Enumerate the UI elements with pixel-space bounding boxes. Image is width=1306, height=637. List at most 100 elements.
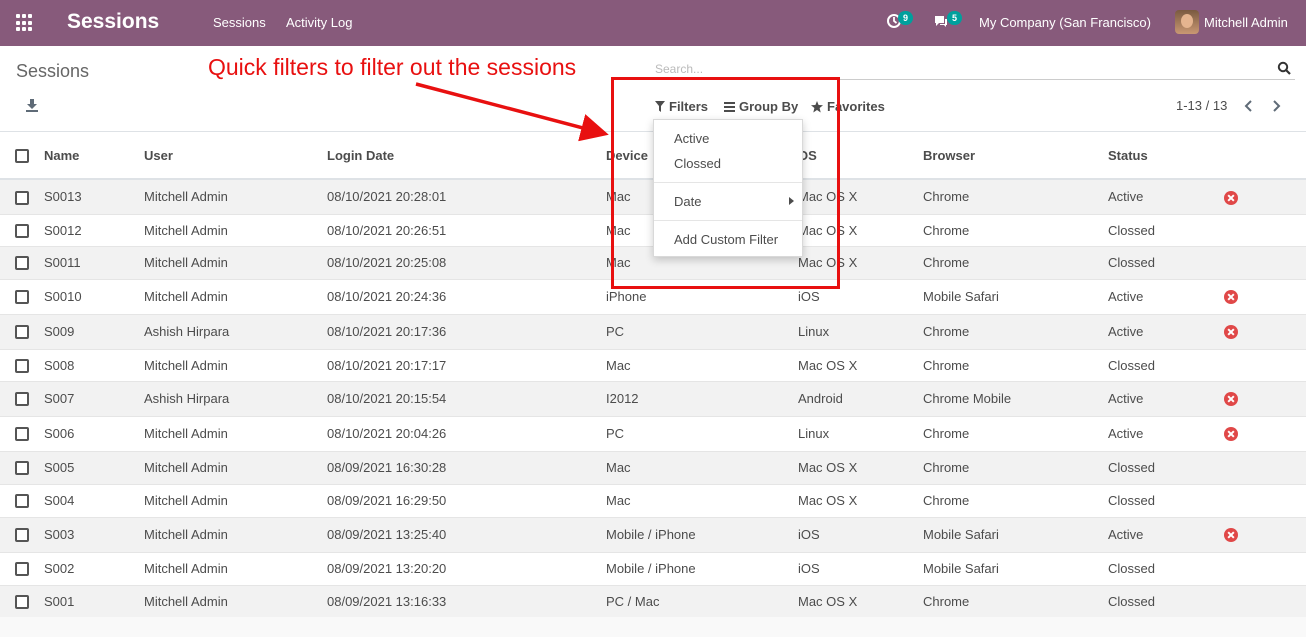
table-row[interactable]: S0010 Mitchell Admin 08/10/2021 20:24:36 iP…: [0, 278, 1306, 314]
row-checkbox[interactable]: [15, 325, 29, 340]
table-row[interactable]: S004 Mitchell Admin 08/09/2021 16:29:50 Mac…: [0, 483, 1306, 517]
cell-status: Active: [1108, 415, 1218, 451]
close-session-icon[interactable]: [1224, 290, 1238, 305]
cell-device: Mac: [606, 348, 798, 381]
cell-user: Mitchell Admin: [144, 584, 327, 617]
table-row[interactable]: S007 Ashish Hirpara 08/10/2021 20:15:54 I20…: [0, 380, 1306, 416]
row-checkbox[interactable]: [15, 392, 29, 407]
table-row[interactable]: S003 Mitchell Admin 08/09/2021 13:25:40 Mob…: [0, 516, 1306, 552]
cell-os: iOS: [798, 278, 923, 314]
add-custom-filter[interactable]: Add Custom Filter: [674, 232, 778, 247]
cell-login-date: 08/10/2021 20:24:36: [327, 278, 606, 314]
table-row[interactable]: S001 Mitchell Admin 08/09/2021 13:16:33 PC …: [0, 584, 1306, 617]
cell-login-date: 08/09/2021 16:29:50: [327, 483, 606, 517]
column-status[interactable]: Status: [1108, 132, 1218, 180]
close-session-icon[interactable]: [1224, 190, 1238, 205]
cell-status: Clossed: [1108, 213, 1218, 246]
cell-browser: Chrome: [923, 313, 1108, 349]
chevron-right-icon[interactable]: [1269, 98, 1283, 114]
cell-name: S006: [34, 415, 144, 451]
select-all-checkbox[interactable]: [15, 148, 29, 163]
cell-status: Active: [1108, 313, 1218, 349]
cell-name: S003: [34, 516, 144, 552]
row-checkbox[interactable]: [15, 256, 29, 271]
row-checkbox[interactable]: [15, 528, 29, 543]
table-row[interactable]: S006 Mitchell Admin 08/10/2021 20:04:26 PC L…: [0, 415, 1306, 451]
pager-value[interactable]: 1-13 / 13: [1176, 98, 1227, 113]
row-action-cell: [1218, 213, 1306, 246]
table-row[interactable]: S008 Mitchell Admin 08/10/2021 20:17:17 Mac…: [0, 348, 1306, 381]
row-checkbox[interactable]: [15, 290, 29, 305]
close-session-icon[interactable]: [1224, 427, 1238, 442]
cell-login-date: 08/09/2021 13:16:33: [327, 584, 606, 617]
menu-activity-log[interactable]: Activity Log: [286, 15, 352, 30]
group-by-icon: [724, 101, 735, 112]
cell-browser: Chrome: [923, 245, 1108, 279]
search-icon[interactable]: [1277, 61, 1291, 75]
filters-label: Filters: [669, 99, 709, 114]
column-user[interactable]: User: [144, 132, 327, 180]
cell-browser: Mobile Safari: [923, 278, 1108, 314]
group-by-button[interactable]: Group By: [724, 99, 798, 114]
row-checkbox[interactable]: [15, 562, 29, 577]
avatar[interactable]: [1175, 10, 1199, 34]
cell-login-date: 08/10/2021 20:17:17: [327, 348, 606, 381]
row-select-cell: [0, 415, 34, 451]
close-session-icon[interactable]: [1224, 392, 1238, 407]
column-os[interactable]: OS: [798, 132, 923, 180]
row-checkbox[interactable]: [15, 427, 29, 442]
cell-os: Mac OS X: [798, 348, 923, 381]
cell-name: S0011: [34, 245, 144, 279]
apps-menu-icon[interactable]: [16, 14, 34, 32]
column-browser[interactable]: Browser: [923, 132, 1108, 180]
company-switcher[interactable]: My Company (San Francisco): [979, 15, 1151, 30]
chevron-left-icon[interactable]: [1242, 98, 1256, 114]
row-checkbox[interactable]: [15, 494, 29, 509]
dropdown-divider: [654, 220, 802, 221]
menu-sessions[interactable]: Sessions: [213, 15, 266, 30]
row-checkbox[interactable]: [15, 190, 29, 205]
filter-active[interactable]: Active: [674, 131, 709, 146]
star-icon: [811, 100, 823, 112]
row-action-cell: [1218, 415, 1306, 451]
cell-user: Mitchell Admin: [144, 516, 327, 552]
cell-device: Mobile / iPhone: [606, 551, 798, 585]
favorites-button[interactable]: Favorites: [811, 99, 885, 114]
cell-user: Mitchell Admin: [144, 245, 327, 279]
filter-icon: [655, 101, 665, 112]
cell-name: S0012: [34, 213, 144, 246]
search-input[interactable]: [655, 58, 1295, 80]
close-session-icon[interactable]: [1224, 325, 1238, 340]
cell-os: Mac OS X: [798, 483, 923, 517]
table-row[interactable]: S005 Mitchell Admin 08/09/2021 16:30:28 Mac…: [0, 450, 1306, 484]
download-icon[interactable]: [25, 98, 39, 112]
row-checkbox[interactable]: [15, 461, 29, 476]
user-menu[interactable]: Mitchell Admin: [1204, 15, 1288, 30]
cell-os: Linux: [798, 415, 923, 451]
filter-date[interactable]: Date: [674, 194, 701, 209]
cell-user: Mitchell Admin: [144, 450, 327, 484]
row-select-cell: [0, 313, 34, 349]
close-session-icon[interactable]: [1224, 528, 1238, 543]
cell-os: Mac OS X: [798, 213, 923, 246]
messages-badge: 5: [947, 11, 962, 25]
column-login-date[interactable]: Login Date: [327, 132, 606, 180]
filter-clossed[interactable]: Clossed: [674, 156, 721, 171]
cell-status: Clossed: [1108, 450, 1218, 484]
cell-login-date: 08/10/2021 20:04:26: [327, 415, 606, 451]
row-action-cell: [1218, 178, 1306, 214]
cell-device: Mobile / iPhone: [606, 516, 798, 552]
row-checkbox[interactable]: [15, 595, 29, 610]
row-select-cell: [0, 584, 34, 617]
table-row[interactable]: S002 Mitchell Admin 08/09/2021 13:20:20 Mob…: [0, 551, 1306, 585]
column-name[interactable]: Name: [34, 132, 144, 180]
cell-user: Mitchell Admin: [144, 278, 327, 314]
row-checkbox[interactable]: [15, 358, 29, 373]
cell-login-date: 08/10/2021 20:17:36: [327, 313, 606, 349]
row-select-cell: [0, 278, 34, 314]
row-checkbox[interactable]: [15, 223, 29, 238]
table-row[interactable]: S009 Ashish Hirpara 08/10/2021 20:17:36 PC L…: [0, 313, 1306, 349]
filters-button[interactable]: Filters: [655, 99, 708, 114]
cell-device: iPhone: [606, 278, 798, 314]
row-action-cell: [1218, 348, 1306, 381]
